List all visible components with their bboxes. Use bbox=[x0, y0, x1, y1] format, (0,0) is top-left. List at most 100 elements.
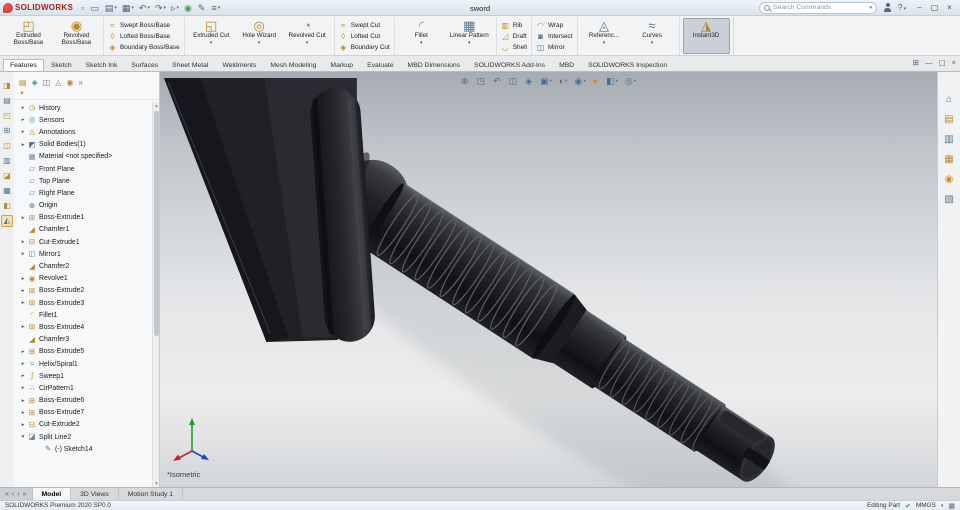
tree-item[interactable]: ◢ Chamfer2 bbox=[16, 260, 151, 272]
expand-arrow-icon[interactable]: ▸ bbox=[19, 251, 27, 257]
tree-item[interactable]: ▸ ⊞ Boss-Extrude3 bbox=[16, 297, 151, 309]
tree-item[interactable]: ▸ ⊞ Boss-Extrude1 bbox=[16, 212, 151, 224]
expand-arrow-icon[interactable]: ▸ bbox=[19, 324, 27, 330]
extruded-boss-base-button[interactable]: ◰ Extruded Boss/Base bbox=[5, 18, 52, 54]
custom-properties-icon[interactable]: ▧ bbox=[944, 194, 953, 205]
tree-item[interactable]: ▸ ◷ History bbox=[16, 102, 151, 114]
tree-item[interactable]: ▸ ⊞ Boss-Extrude7 bbox=[16, 407, 151, 419]
hole-wizard-button[interactable]: ◎ Hole Wizard ▾ bbox=[236, 18, 283, 54]
propertymanager-tab-icon[interactable]: ◈ bbox=[32, 77, 38, 88]
new-file-icon[interactable]: ▫ bbox=[81, 3, 85, 13]
expand-arrow-icon[interactable]: ▸ bbox=[19, 288, 27, 294]
tree-item[interactable]: ▸ ∴ CirPattern1 bbox=[16, 382, 151, 394]
expand-arrow-icon[interactable]: ▸ bbox=[19, 410, 27, 416]
expand-arrow-icon[interactable]: ▸ bbox=[19, 105, 27, 111]
zoom-to-fit-icon[interactable]: ⊕ bbox=[461, 76, 470, 86]
maximize-icon[interactable]: ▢ bbox=[927, 1, 942, 15]
tab-features[interactable]: Features bbox=[3, 59, 44, 71]
intersect-button[interactable]: ◙ Intersect bbox=[536, 31, 572, 42]
tab-markup[interactable]: Markup bbox=[323, 59, 360, 71]
revolved-cut-button[interactable]: ◔ Revolved Cut ▾ bbox=[284, 18, 331, 54]
tab-evaluate[interactable]: Evaluate bbox=[360, 59, 400, 71]
motion-study-tab[interactable]: Motion Study 1 bbox=[119, 488, 184, 500]
expand-arrow-icon[interactable]: ▾ bbox=[19, 434, 27, 440]
help-menu[interactable]: ? bbox=[898, 3, 906, 12]
view-palette-icon[interactable]: ▦ bbox=[944, 154, 953, 165]
swept-cut-button[interactable]: ≈ Swept Cut bbox=[339, 20, 390, 31]
tab-mesh-modeling[interactable]: Mesh Modeling bbox=[263, 59, 323, 71]
tree-item[interactable]: ▾ ◪ Split Line2 bbox=[16, 431, 151, 443]
swept-boss-base-button[interactable]: ≈ Swept Boss/Base bbox=[108, 20, 180, 31]
file-explorer-icon[interactable]: ▥ bbox=[944, 134, 953, 145]
expand-arrow-icon[interactable]: ▸ bbox=[19, 361, 27, 367]
units-dropdown-icon[interactable] bbox=[941, 502, 944, 509]
zoom-to-area-icon[interactable]: ◳ bbox=[477, 76, 487, 86]
fm-tab-overflow-icon[interactable]: » bbox=[78, 77, 82, 88]
close-icon[interactable]: × bbox=[942, 1, 957, 15]
instant3d-button[interactable]: ◮ Instant3D bbox=[682, 18, 730, 54]
lofted-boss-base-button[interactable]: ◊ Lofted Boss/Base bbox=[108, 31, 180, 42]
3d-views-tab[interactable]: 3D Views bbox=[71, 488, 119, 500]
curves-button[interactable]: ≈ Curves ▾ bbox=[629, 18, 676, 54]
tree-item[interactable]: ▸ ◉ Revolve1 bbox=[16, 273, 151, 285]
print-icon[interactable]: ▦ ▾ bbox=[122, 3, 134, 13]
tree-item[interactable]: ▸ ⊞ Boss-Extrude5 bbox=[16, 346, 151, 358]
expand-arrow-icon[interactable]: ▸ bbox=[19, 276, 27, 282]
expand-arrow-icon[interactable]: ▸ bbox=[19, 142, 27, 148]
display-style-icon[interactable]: ◐ ▾ bbox=[559, 76, 568, 86]
sword-model[interactable] bbox=[160, 72, 937, 487]
tree-item[interactable]: ▱ Right Plane bbox=[16, 187, 151, 199]
shell-button[interactable]: ◡ Shell bbox=[501, 42, 527, 53]
lofted-cut-button[interactable]: ◊ Lofted Cut bbox=[339, 31, 390, 42]
tab-scroll-right-icon[interactable]: › bbox=[17, 491, 19, 498]
tree-item[interactable]: ◢ Chamfer1 bbox=[16, 224, 151, 236]
hide-show-items-icon[interactable]: ◉ ▾ bbox=[575, 76, 586, 86]
draft-button[interactable]: ◿ Draft bbox=[501, 31, 527, 42]
left-toolbar-icon-9[interactable]: ◧ bbox=[1, 200, 13, 212]
tree-item[interactable]: ▸ ⊞ Boss-Extrude2 bbox=[16, 285, 151, 297]
tree-item[interactable]: ◜ Fillet1 bbox=[16, 309, 151, 321]
search-dropdown-icon[interactable] bbox=[870, 4, 873, 11]
left-toolbar-icon-6[interactable]: ▥ bbox=[1, 155, 13, 167]
expand-arrow-icon[interactable]: ▸ bbox=[19, 349, 27, 355]
file-properties-icon[interactable]: ✎ bbox=[198, 3, 207, 13]
scroll-up-icon[interactable]: ▲ bbox=[153, 103, 160, 108]
tree-item[interactable]: ◢ Chamfer3 bbox=[16, 334, 151, 346]
user-account-icon[interactable] bbox=[883, 2, 892, 13]
tab-solidworks-add-ins[interactable]: SOLIDWORKS Add-Ins bbox=[467, 59, 552, 71]
search-commands-input[interactable] bbox=[773, 4, 867, 11]
expand-arrow-icon[interactable]: ▸ bbox=[19, 300, 27, 306]
extruded-cut-button[interactable]: ◱ Extruded Cut ▾ bbox=[188, 18, 235, 54]
expand-arrow-icon[interactable]: ▸ bbox=[19, 239, 27, 245]
tab-sketch-ink[interactable]: Sketch Ink bbox=[79, 59, 125, 71]
status-grid-icon[interactable]: ▦ bbox=[948, 502, 955, 510]
wrap-button[interactable]: ◠ Wrap bbox=[536, 20, 573, 31]
viewport-split-icon[interactable]: ⊞ bbox=[913, 58, 919, 67]
tree-item[interactable]: ▱ Top Plane bbox=[16, 175, 151, 187]
left-toolbar-icon-2[interactable]: ▤ bbox=[1, 95, 13, 107]
open-file-icon[interactable]: ▭ bbox=[90, 3, 100, 13]
redo-icon[interactable]: ↷ ▾ bbox=[155, 3, 166, 13]
doc-minimize-icon[interactable]: — bbox=[925, 58, 933, 67]
rib-button[interactable]: ▥ Rib bbox=[501, 20, 527, 31]
tree-item[interactable]: ▸ ◬ Annotations bbox=[16, 126, 151, 138]
tab-solidworks-inspection[interactable]: SOLIDWORKS Inspection bbox=[581, 59, 674, 71]
tab-sketch[interactable]: Sketch bbox=[44, 59, 79, 71]
tree-item[interactable]: ▸ ◎ Sensors bbox=[16, 114, 151, 126]
doc-restore-icon[interactable]: ▢ bbox=[939, 58, 946, 67]
boundary-boss-base-button[interactable]: ◈ Boundary Boss/Base bbox=[108, 42, 179, 53]
fillet-button[interactable]: ◜ Fillet ▾ bbox=[398, 18, 445, 54]
units-selector[interactable]: MMGS bbox=[916, 502, 936, 509]
graphics-area[interactable]: ⊕ ◳ ↶ ◫ ◈ ▣ ▾ ◐ ▾ ◉ ▾ ● ◧ ▾ ◎ ▾ *Isometric bbox=[160, 72, 937, 487]
save-icon[interactable]: ▤ ▾ bbox=[105, 3, 117, 13]
home-icon[interactable]: ⌂ bbox=[946, 94, 952, 105]
view-settings-icon[interactable]: ◎ ▾ bbox=[625, 76, 636, 86]
expand-arrow-icon[interactable]: ▸ bbox=[19, 215, 27, 221]
appearances-scenes-icon[interactable]: ◉ bbox=[945, 174, 954, 185]
left-toolbar-icon-5[interactable]: ◫ bbox=[1, 140, 13, 152]
options-icon[interactable]: ≡ ▾ bbox=[211, 3, 220, 13]
section-view-icon[interactable]: ◫ bbox=[509, 76, 519, 86]
left-toolbar-icon-1[interactable]: ◨ bbox=[1, 80, 13, 92]
expand-arrow-icon[interactable]: ▸ bbox=[19, 385, 27, 391]
tree-item[interactable]: ⊕ Origin bbox=[16, 200, 151, 212]
